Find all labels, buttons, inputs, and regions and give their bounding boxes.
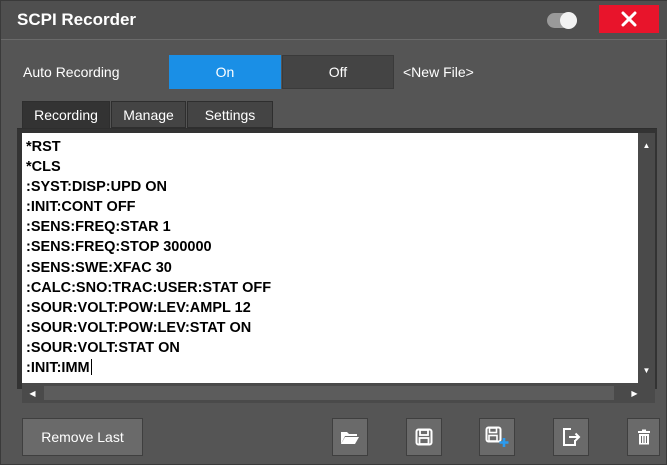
command-line[interactable]: :SENS:FREQ:STOP 300000: [26, 237, 638, 257]
export-button[interactable]: [553, 418, 589, 456]
tab-manage[interactable]: Manage: [111, 101, 186, 128]
file-name-label: <New File>: [403, 64, 474, 80]
tab-recording[interactable]: Recording: [22, 101, 110, 128]
remove-last-button[interactable]: Remove Last: [22, 418, 143, 456]
command-line[interactable]: :SENS:FREQ:STAR 1: [26, 217, 638, 237]
auto-recording-label: Auto Recording: [23, 64, 120, 80]
scpi-recorder-dialog: SCPI Recorder Auto Recording On Off <New…: [0, 0, 667, 465]
command-editor[interactable]: *RST *CLS :SYST:DISP:UPD ON :INIT:CONT O…: [22, 133, 638, 383]
scroll-right-icon[interactable]: ▶: [626, 383, 643, 403]
command-line[interactable]: :SYST:DISP:UPD ON: [26, 177, 638, 197]
open-folder-icon: [341, 432, 359, 444]
horizontal-scroll-thumb[interactable]: [44, 386, 614, 400]
scroll-left-icon[interactable]: ◀: [24, 383, 41, 403]
command-line[interactable]: :SOUR:VOLT:POW:LEV:STAT ON: [26, 318, 638, 338]
toggle-knob: [560, 12, 577, 29]
command-line[interactable]: *RST: [26, 137, 638, 157]
trash-icon: [637, 429, 650, 445]
delete-button[interactable]: [627, 418, 660, 456]
scroll-up-icon[interactable]: ▲: [638, 137, 655, 154]
close-button[interactable]: [599, 5, 659, 33]
command-line-last[interactable]: :INIT:IMM: [26, 358, 638, 378]
command-line[interactable]: :INIT:CONT OFF: [26, 197, 638, 217]
horizontal-scrollbar[interactable]: ◀ ▶: [22, 383, 655, 403]
auto-recording-on-button[interactable]: On: [169, 55, 281, 89]
text-caret: [90, 359, 92, 376]
toggle-icon[interactable]: [547, 12, 577, 29]
command-line[interactable]: :SOUR:VOLT:STAT ON: [26, 338, 638, 358]
dialog-title: SCPI Recorder: [17, 10, 137, 29]
tab-settings[interactable]: Settings: [187, 101, 273, 128]
title-bar: SCPI Recorder: [1, 1, 667, 39]
command-list: *RST *CLS :SYST:DISP:UPD ON :INIT:CONT O…: [22, 133, 638, 378]
close-icon: [621, 11, 637, 27]
export-icon: [563, 428, 581, 446]
vertical-scrollbar[interactable]: ▲ ▼: [638, 133, 655, 383]
save-as-button[interactable]: [479, 418, 515, 456]
save-icon: [415, 428, 433, 446]
scroll-down-icon[interactable]: ▼: [638, 362, 655, 379]
command-line[interactable]: :SENS:SWE:XFAC 30: [26, 258, 638, 278]
save-button[interactable]: [406, 418, 442, 456]
command-line[interactable]: *CLS: [26, 157, 638, 177]
command-line[interactable]: :SOUR:VOLT:POW:LEV:AMPL 12: [26, 298, 638, 318]
auto-recording-off-button[interactable]: Off: [282, 55, 394, 89]
command-line[interactable]: :CALC:SNO:TRAC:USER:STAT OFF: [26, 278, 638, 298]
open-button[interactable]: [332, 418, 368, 456]
command-text: :INIT:IMM: [26, 360, 90, 377]
save-as-icon: [485, 426, 509, 447]
title-divider: [1, 39, 667, 40]
